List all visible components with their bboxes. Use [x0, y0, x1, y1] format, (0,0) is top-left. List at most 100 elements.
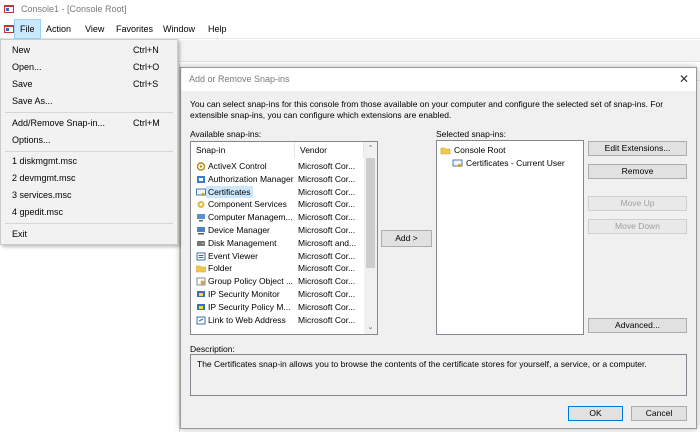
snapin-name: Computer Managem... [208, 212, 293, 223]
list-item[interactable]: Group Policy Object ... Microsoft Cor... [191, 275, 364, 288]
menu-item-shortcut: Ctrl+O [133, 62, 160, 72]
menu-item-add-remove-snapin[interactable]: Add/Remove Snap-in... Ctrl+M [2, 115, 177, 132]
menu-item-new[interactable]: New Ctrl+N [2, 42, 177, 59]
snapin-vendor: Microsoft Cor... [298, 276, 356, 287]
snapin-name: Folder [208, 263, 233, 274]
snapin-vendor: Microsoft Cor... [298, 250, 356, 261]
menu-item-label: 2 devmgmt.msc [12, 173, 76, 183]
file-menu: New Ctrl+N Open... Ctrl+O Save Ctrl+S Save … [0, 39, 178, 245]
snapin-vendor: Microsoft Cor... [298, 314, 356, 325]
event-icon [196, 252, 206, 261]
menu-file[interactable]: File [14, 19, 41, 39]
description-text: The Certificates snap-in allows you to b… [197, 359, 647, 369]
menu-favorites[interactable]: Favorites [111, 19, 158, 39]
component-icon [197, 201, 205, 209]
menu-item-label: Save [12, 79, 33, 89]
list-item-selected[interactable]: Certificates Microsoft Cor... [191, 185, 364, 199]
activex-icon [196, 162, 206, 171]
list-item[interactable]: Folder Microsoft Cor... [191, 262, 364, 275]
list-item[interactable]: Disk Management Microsoft and... [191, 237, 364, 250]
menu-help[interactable]: Help [203, 19, 232, 39]
list-item[interactable]: Computer Managem... Microsoft Cor... [191, 211, 364, 224]
advanced-button[interactable]: Advanced... [588, 318, 687, 333]
selected-snapins-tree[interactable]: Console Root Certificates - Current User [436, 140, 584, 335]
snapin-vendor: Microsoft Cor... [298, 289, 356, 299]
menu-item-open[interactable]: Open... Ctrl+O [2, 59, 177, 76]
snapin-vendor: Microsoft Cor... [298, 173, 356, 184]
menu-item-save-as[interactable]: Save As... [2, 93, 177, 110]
menu-item-recent-1[interactable]: 1 diskmgmt.msc [2, 153, 177, 170]
folder-icon [440, 147, 451, 155]
available-snapins-list[interactable]: Snap-in Vendor ActiveX Control Microsoft … [190, 141, 378, 335]
computer-icon [197, 214, 205, 222]
menu-item-save[interactable]: Save Ctrl+S [2, 76, 177, 93]
certificate-icon [452, 159, 463, 168]
snapin-vendor: Microsoft Cor... [298, 212, 356, 223]
certificate-icon [196, 188, 206, 196]
column-header-snapin[interactable]: Snap-in [191, 142, 295, 158]
snapin-name: Certificates [206, 185, 253, 199]
menu-item-recent-3[interactable]: 3 services.msc [2, 187, 177, 204]
close-icon[interactable]: ✕ [675, 70, 693, 88]
list-item[interactable]: IP Security Policy M... Microsoft Cor... [191, 301, 364, 314]
menu-window[interactable]: Window [158, 19, 200, 39]
menu-separator [5, 223, 173, 224]
ipsec-icon [197, 291, 205, 297]
menu-item-label: 3 services.msc [12, 190, 72, 200]
disk-icon [197, 240, 205, 246]
folder-icon [196, 266, 206, 273]
snapin-vendor: Microsoft Cor... [298, 199, 356, 210]
selected-snapins-label: Selected snap-ins: [436, 129, 506, 139]
menu-item-label: 1 diskmgmt.msc [12, 156, 78, 166]
list-item[interactable]: IP Security Monitor Microsoft Cor... [191, 288, 364, 301]
add-remove-snapins-dialog: Add or Remove Snap-ins ✕ You can select … [180, 67, 697, 429]
policy-icon [196, 277, 206, 286]
move-down-button[interactable]: Move Down [588, 219, 687, 234]
tree-item-label: Certificates - Current User [466, 158, 565, 168]
mmc-app-icon [4, 5, 14, 13]
move-up-button[interactable]: Move Up [588, 196, 687, 211]
menu-separator [5, 151, 173, 152]
menu-item-exit[interactable]: Exit [2, 226, 177, 243]
list-item[interactable]: Component Services Microsoft Cor... [191, 198, 364, 211]
menu-item-label: 4 gpedit.msc [12, 207, 64, 217]
snapin-name: Component Services [208, 199, 287, 210]
snapin-name: Group Policy Object ... [208, 276, 294, 287]
menu-view[interactable]: View [80, 19, 109, 39]
available-list-scrollbar[interactable]: ⌃ ⌄ [364, 142, 377, 334]
menu-separator [5, 112, 173, 113]
menu-item-shortcut: Ctrl+M [133, 118, 160, 128]
cancel-button[interactable]: Cancel [631, 406, 687, 421]
remove-button[interactable]: Remove [588, 164, 687, 179]
menu-item-label: Options... [12, 135, 51, 145]
menu-item-recent-4[interactable]: 4 gpedit.msc [2, 204, 177, 221]
edit-extensions-button[interactable]: Edit Extensions... [588, 141, 687, 156]
snapin-vendor: Microsoft Cor... [298, 301, 356, 312]
ok-button[interactable]: OK [568, 406, 623, 421]
list-item[interactable]: Link to Web Address Microsoft Cor... [191, 314, 364, 327]
link-icon [196, 316, 206, 325]
scrollbar-thumb[interactable] [366, 158, 375, 268]
snapin-name: Event Viewer [208, 250, 258, 261]
snapin-name: IP Security Policy M... [208, 301, 291, 312]
menu-item-options[interactable]: Options... [2, 132, 177, 149]
menu-item-recent-2[interactable]: 2 devmgmt.msc [2, 170, 177, 187]
snapin-vendor: Microsoft Cor... [298, 225, 356, 235]
list-item[interactable]: Device Manager Microsoft Cor... [191, 224, 364, 237]
snapin-vendor: Microsoft and... [298, 237, 357, 248]
ipsec-icon [197, 303, 205, 310]
add-button[interactable]: Add > [381, 230, 432, 247]
list-item[interactable]: ActiveX Control Microsoft Cor... [191, 160, 364, 173]
snapin-name: Authorization Manager [208, 173, 294, 184]
scroll-up-icon[interactable]: ⌃ [364, 142, 377, 155]
scroll-down-icon[interactable]: ⌄ [364, 321, 377, 334]
snapin-name: Link to Web Address [208, 314, 286, 325]
list-item[interactable]: Authorization Manager Microsoft Cor... [191, 173, 364, 186]
snapin-vendor: Microsoft Cor... [298, 263, 356, 274]
list-item[interactable]: Event Viewer Microsoft Cor... [191, 250, 364, 263]
available-snapins-label: Available snap-ins: [190, 129, 262, 139]
dialog-intro-text: You can select snap-ins for this console… [190, 99, 664, 120]
snapin-vendor: Microsoft Cor... [298, 186, 356, 197]
menu-action[interactable]: Action [41, 19, 76, 39]
column-header-vendor[interactable]: Vendor [295, 142, 364, 158]
